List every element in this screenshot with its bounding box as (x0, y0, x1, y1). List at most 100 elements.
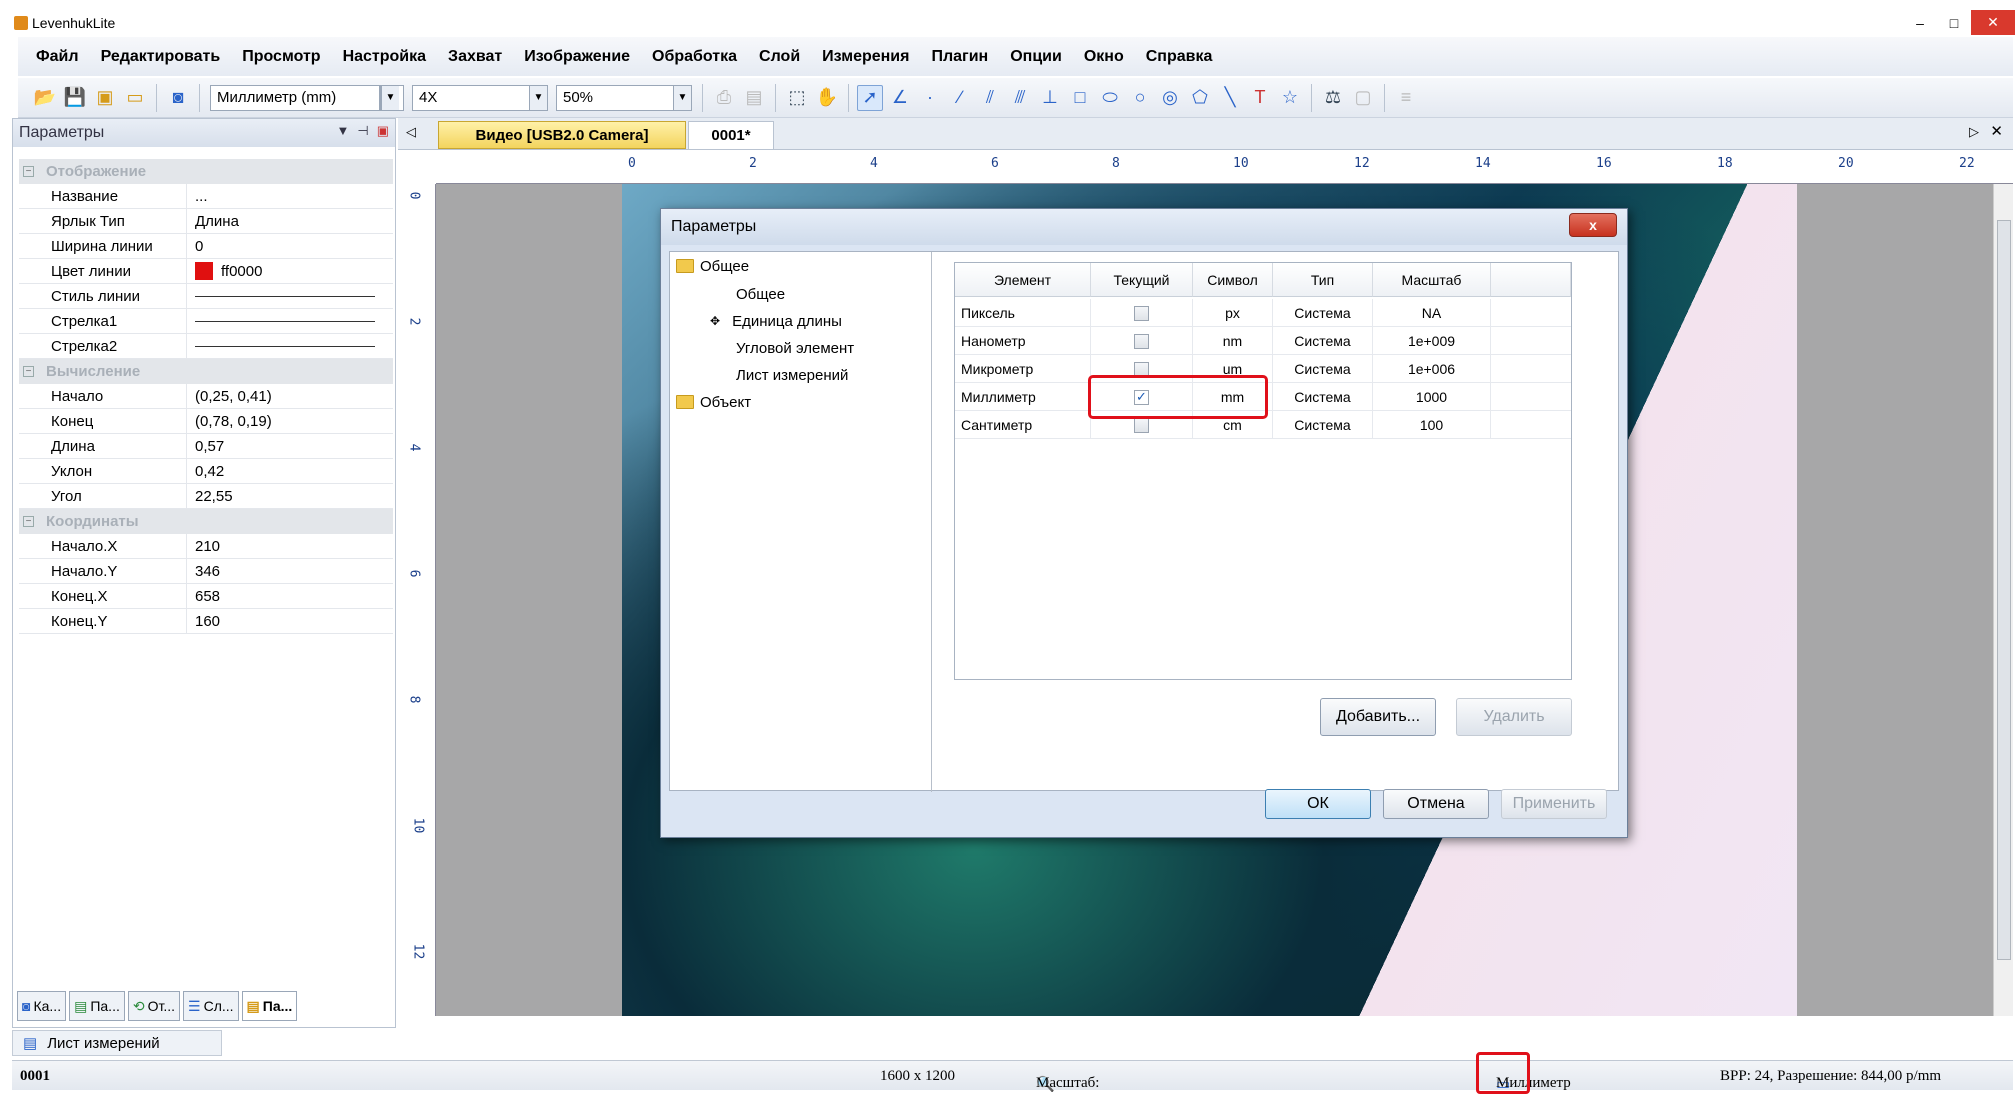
tab-camera-video[interactable]: Видео [USB2.0 Camera] (438, 121, 686, 149)
tab-camera[interactable]: ◙ Ка... (17, 991, 67, 1021)
current-checkbox[interactable] (1134, 417, 1149, 433)
dialog-title-bar[interactable]: Параметры (661, 209, 1627, 245)
point-icon[interactable]: · (917, 85, 943, 111)
dialog-close-button[interactable]: x (1569, 213, 1617, 237)
prop-row[interactable]: Ярлык Тип Длина (19, 208, 393, 234)
prop-row[interactable]: Стрелка1 (19, 308, 393, 334)
open-icon[interactable]: 📂 (32, 85, 58, 111)
menu-measure[interactable]: Измерения (822, 48, 909, 66)
apply-button[interactable]: Применить (1501, 789, 1607, 819)
save-icon[interactable]: 💾 (62, 85, 88, 111)
unit-select[interactable]: Миллиметр (mm) (210, 84, 380, 111)
prop-row[interactable]: Длина 0,57 (19, 433, 393, 459)
annulus-icon[interactable]: ◎ (1157, 85, 1183, 111)
tab-image-0001[interactable]: 0001* (688, 121, 774, 149)
calibrate-icon[interactable]: ▢ (1350, 85, 1376, 111)
minimize-button[interactable]: – (1903, 10, 1937, 35)
column-header[interactable]: Символ (1193, 263, 1273, 297)
prop-row[interactable]: Начало.X 210 (19, 533, 393, 559)
prop-row[interactable]: Конец.X 658 (19, 583, 393, 609)
ellipse-icon[interactable]: ⬭ (1097, 85, 1123, 111)
close-doc-icon[interactable]: ✕ (1990, 122, 2003, 140)
export-icon[interactable]: ≡ (1393, 85, 1419, 111)
menu-edit[interactable]: Редактировать (101, 48, 221, 66)
prop-row[interactable]: Угол 22,55 (19, 483, 393, 509)
tab-layers[interactable]: ☰ Сл... (183, 991, 239, 1021)
tab-folders[interactable]: ▤ Па... (69, 991, 125, 1021)
prop-row[interactable]: Конец.Y 160 (19, 608, 393, 634)
vertical-scrollbar[interactable] (1993, 184, 2013, 1016)
column-header[interactable]: Текущий (1091, 263, 1193, 297)
scrollbar-thumb[interactable] (1997, 220, 2011, 960)
column-header[interactable]: Элемент (955, 263, 1091, 297)
panel-menu-icon[interactable]: ▼ (337, 123, 350, 139)
scroll-left-icon[interactable]: ◁ (406, 124, 416, 140)
column-header[interactable]: Тип (1273, 263, 1373, 297)
menu-image[interactable]: Изображение (524, 48, 630, 66)
line-icon[interactable]: ∕ (947, 85, 973, 111)
menu-capture[interactable]: Захват (448, 48, 502, 66)
folder-icon[interactable]: ▭ (122, 85, 148, 111)
current-checkbox[interactable] (1134, 305, 1149, 321)
capture-icon[interactable]: ◙ (165, 85, 191, 111)
table-row[interactable]: Пиксель px Система NA (955, 299, 1571, 327)
menu-layer[interactable]: Слой (759, 48, 800, 66)
panel-close-icon[interactable]: ▣ (377, 123, 389, 139)
category-coords[interactable]: − Координаты (19, 509, 393, 534)
menu-plugin[interactable]: Плагин (931, 48, 988, 66)
menu-file[interactable]: Файл (36, 48, 79, 66)
scroll-right-icon[interactable]: ▷ (1969, 124, 1979, 140)
text-icon[interactable]: T (1247, 85, 1273, 111)
delete-unit-button[interactable]: Удалить (1456, 698, 1572, 736)
menu-view[interactable]: Просмотр (242, 48, 320, 66)
add-unit-button[interactable]: Добавить... (1320, 698, 1436, 736)
ok-button[interactable]: ОК (1265, 789, 1371, 819)
angle-icon[interactable]: ∠ (887, 85, 913, 111)
print-icon[interactable]: ⎙ (711, 85, 737, 111)
prop-row[interactable]: Стрелка2 (19, 333, 393, 359)
rectangle-icon[interactable]: □ (1067, 85, 1093, 111)
table-row[interactable]: Нанометр nm Система 1e+009 (955, 327, 1571, 355)
preview-icon[interactable]: ▤ (741, 85, 767, 111)
category-calc[interactable]: − Вычисление (19, 359, 393, 384)
zoom-select[interactable]: 50% ▼ (556, 84, 692, 111)
perpendicular-icon[interactable]: ⊥ (1037, 85, 1063, 111)
tree-node-sheet[interactable]: Лист измерений (736, 363, 848, 387)
circle-icon[interactable]: ○ (1127, 85, 1153, 111)
objective-select[interactable]: 4X ▼ (412, 84, 548, 111)
prop-row[interactable]: Название... (19, 183, 393, 209)
cancel-button[interactable]: Отмена (1383, 789, 1489, 819)
pointer-icon[interactable]: ➚ (857, 84, 883, 111)
polygon-icon[interactable]: ⬠ (1187, 85, 1213, 111)
measurement-sheet-tab[interactable]: ▤ Лист измерений (12, 1030, 222, 1056)
prop-row[interactable]: Стиль линии (19, 283, 393, 309)
prop-row[interactable]: Ширина линии 0 (19, 233, 393, 259)
close-window-button[interactable]: ✕ (1971, 10, 2015, 35)
menu-window[interactable]: Окно (1084, 48, 1124, 66)
tree-node-length-unit[interactable]: ✥ Единица длины (710, 309, 842, 333)
tree-node-angle[interactable]: Угловой элемент (736, 336, 854, 360)
column-header[interactable]: Масштаб (1373, 263, 1491, 297)
prop-row[interactable]: Начало (0,25, 0,41) (19, 383, 393, 409)
star-icon[interactable]: ☆ (1277, 85, 1303, 111)
tab-params[interactable]: ▤ Па... (241, 991, 298, 1021)
hand-icon[interactable]: ✋ (814, 85, 840, 111)
tree-node-general-child[interactable]: Общее (736, 282, 785, 306)
curve-icon[interactable]: ╲ (1217, 85, 1243, 111)
category-display[interactable]: − Отображение (19, 159, 393, 184)
prop-row[interactable]: Цвет линии ff0000 (19, 258, 393, 284)
scale-icon[interactable]: ⚖ (1320, 85, 1346, 111)
tree-node-object[interactable]: Объект (676, 390, 751, 414)
menu-help[interactable]: Справка (1146, 48, 1213, 66)
unit-dropdown[interactable]: ▼ (380, 84, 404, 111)
tree-node-general[interactable]: Общее (676, 254, 749, 278)
parallel-icon[interactable]: ⫽ (977, 85, 1003, 111)
prop-row[interactable]: Конец (0,78, 0,19) (19, 408, 393, 434)
menu-process[interactable]: Обработка (652, 48, 737, 66)
maximize-button[interactable]: □ (1937, 10, 1971, 35)
pin-icon[interactable]: ⊣ (357, 123, 368, 139)
menu-options[interactable]: Опции (1010, 48, 1062, 66)
triple-line-icon[interactable]: ⫻ (1007, 85, 1033, 111)
current-checkbox[interactable] (1134, 333, 1149, 349)
prop-row[interactable]: Начало.Y 346 (19, 558, 393, 584)
